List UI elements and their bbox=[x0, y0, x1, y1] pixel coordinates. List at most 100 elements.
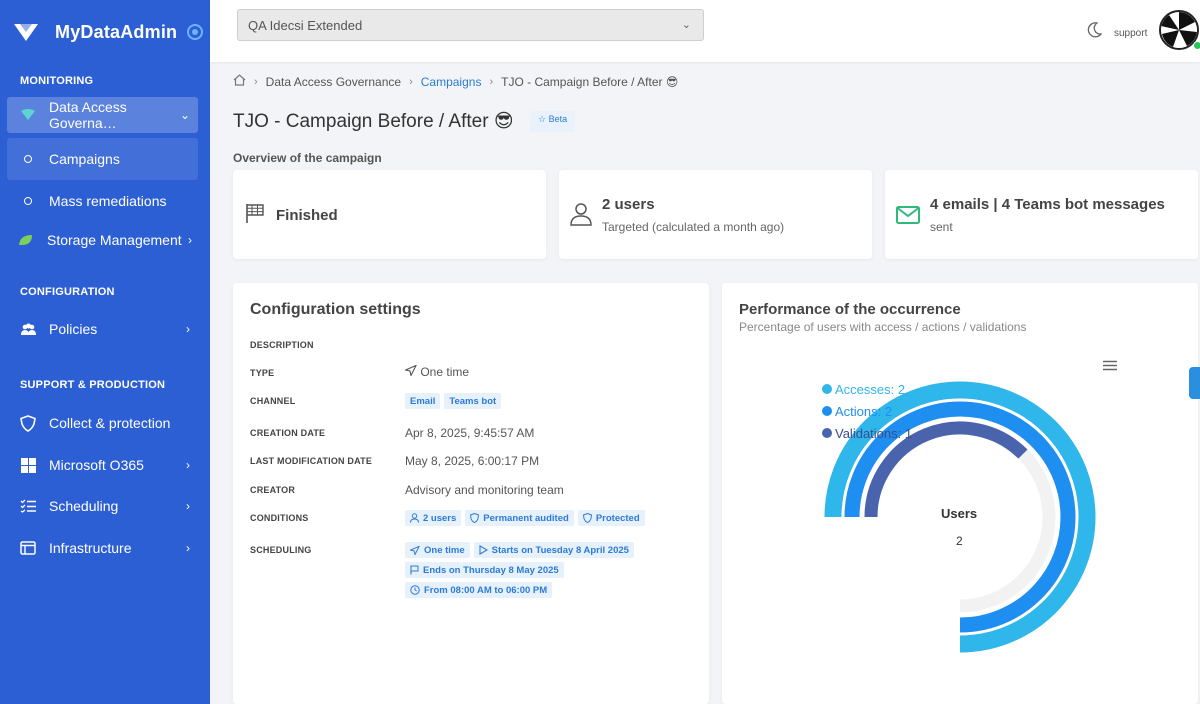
sidebar-item-label: Campaigns bbox=[49, 151, 120, 167]
beta-badge-label: Beta bbox=[548, 114, 568, 124]
email-icon bbox=[896, 206, 920, 229]
sidebar-item-scheduling[interactable]: Scheduling › bbox=[7, 488, 198, 524]
creation-date: Apr 8, 2025, 9:45:57 AM bbox=[405, 426, 535, 440]
sidebar-item-label: Data Access Governa… bbox=[48, 99, 127, 131]
type-text: One time bbox=[420, 365, 470, 379]
circle-bullet-icon bbox=[19, 197, 37, 205]
shield-icon bbox=[19, 414, 37, 432]
sidebar-item-label: Collect & protection bbox=[49, 415, 171, 431]
chip-label: Starts on Tuesday 8 April 2025 bbox=[491, 544, 629, 556]
chip-label: Permanent audited bbox=[483, 512, 569, 524]
status-value: Finished bbox=[276, 207, 338, 224]
tenant-select[interactable]: QA Idecsi Extended ⌄ bbox=[237, 9, 704, 41]
chevron-right-icon: › bbox=[186, 322, 190, 336]
sidebar-item-label: Microsoft O365 bbox=[49, 457, 144, 473]
status-card: Finished bbox=[233, 170, 546, 259]
dark-mode-toggle-icon[interactable] bbox=[1087, 22, 1103, 43]
chip-teams-bot: Teams bot bbox=[444, 393, 502, 409]
breadcrumb-item[interactable]: Data Access Governance bbox=[266, 75, 401, 89]
legend-label: Validations: 1 bbox=[835, 425, 913, 441]
chevron-down-icon: ⌄ bbox=[681, 19, 691, 31]
label-scheduling: SCHEDULING bbox=[250, 545, 312, 555]
breadcrumb-current: TJO - Campaign Before / After 😎 bbox=[501, 74, 679, 89]
side-panel-tab[interactable] bbox=[1189, 367, 1200, 399]
chart-center-value: 2 bbox=[956, 534, 963, 548]
legend-label: Accesses: 2 bbox=[835, 381, 906, 397]
chip-protected: Protected bbox=[577, 510, 645, 526]
play-icon bbox=[479, 545, 488, 555]
section-configuration: CONFIGURATION bbox=[20, 286, 115, 298]
label-type: TYPE bbox=[250, 368, 275, 378]
chevron-right-icon: › bbox=[489, 75, 494, 88]
flag-icon bbox=[244, 202, 266, 229]
sidebar-item-mass-remediations[interactable]: Mass remediations bbox=[7, 183, 198, 219]
configuration-card: Configuration settings DESCRIPTION TYPE … bbox=[233, 283, 709, 704]
legend-item-validations[interactable]: Validations: 1 bbox=[822, 422, 912, 444]
chip-permanent-audited: Permanent audited bbox=[465, 510, 574, 526]
breadcrumb: › Data Access Governance › Campaigns › T… bbox=[233, 74, 678, 89]
sidebar-item-campaigns[interactable]: Campaigns bbox=[7, 138, 198, 180]
creator-value: Advisory and monitoring team bbox=[405, 483, 564, 497]
chip-email: Email bbox=[405, 393, 441, 409]
leaf-icon bbox=[17, 233, 35, 247]
sidebar-item-infrastructure[interactable]: Infrastructure › bbox=[7, 530, 198, 566]
brand[interactable]: MyDataAdmin bbox=[0, 0, 210, 64]
config-title: Configuration settings bbox=[250, 301, 421, 318]
legend-swatch bbox=[822, 428, 832, 438]
chart-legend: Accesses: 2 Actions: 2 Validations: 1 bbox=[822, 378, 912, 444]
shield-icon bbox=[582, 513, 592, 523]
chip-label: From 08:00 AM to 06:00 PM bbox=[424, 584, 548, 596]
clock-icon bbox=[410, 585, 420, 595]
legend-item-accesses[interactable]: Accesses: 2 bbox=[822, 378, 912, 400]
browser-icon bbox=[19, 541, 37, 555]
channel-chips: Email Teams bot bbox=[405, 393, 505, 409]
condition-chips: 2 users Permanent audited Protected bbox=[405, 510, 649, 526]
sidebar-item-collect-protection[interactable]: Collect & protection bbox=[7, 405, 198, 441]
circle-bullet-icon bbox=[19, 155, 37, 163]
chip-label: 2 users bbox=[423, 512, 457, 524]
checklist-icon bbox=[19, 499, 37, 513]
sidebar-item-label: Infrastructure bbox=[49, 540, 132, 556]
chip-starts-on: Starts on Tuesday 8 April 2025 bbox=[473, 542, 634, 558]
governance-icon bbox=[19, 109, 37, 121]
label-creator: CREATOR bbox=[250, 485, 296, 495]
sidebar-item-data-access-governance[interactable]: Data Access Governa… ⌄ bbox=[7, 97, 198, 133]
modification-date: May 8, 2025, 6:00:17 PM bbox=[405, 454, 540, 468]
chart-center-label: Users bbox=[941, 506, 978, 521]
legend-label: Actions: 2 bbox=[835, 403, 893, 419]
sidebar-toggle-icon[interactable] bbox=[187, 24, 204, 40]
tenant-select-value: QA Idecsi Extended bbox=[248, 18, 363, 33]
chip-time-range: From 08:00 AM to 06:00 PM bbox=[405, 582, 553, 598]
sidebar-item-policies[interactable]: Policies › bbox=[7, 311, 198, 347]
messages-card: 4 emails | 4 Teams bot messages sent bbox=[885, 170, 1198, 259]
chevron-down-icon: ⌄ bbox=[179, 108, 190, 122]
user-name[interactable]: support bbox=[1114, 28, 1147, 39]
flag-icon bbox=[410, 565, 419, 575]
label-channel: CHANNEL bbox=[250, 396, 296, 406]
topbar: QA Idecsi Extended ⌄ support bbox=[210, 0, 1200, 62]
messages-subtitle: sent bbox=[930, 220, 953, 234]
performance-card: Performance of the occurrence Percentage… bbox=[722, 283, 1198, 704]
breadcrumb-item-campaigns[interactable]: Campaigns bbox=[421, 75, 482, 89]
users-card: 2 users Targeted (calculated a month ago… bbox=[559, 170, 872, 259]
users-subtitle: Targeted (calculated a month ago) bbox=[602, 220, 785, 234]
sidebar-item-microsoft-o365[interactable]: Microsoft O365 › bbox=[7, 447, 198, 483]
chip-users: 2 users bbox=[405, 510, 462, 526]
home-icon[interactable] bbox=[233, 74, 246, 89]
app-name: MyDataAdmin bbox=[55, 21, 178, 42]
send-icon bbox=[403, 364, 420, 379]
overview-label: Overview of the campaign bbox=[233, 151, 382, 165]
messages-count: 4 emails | 4 Teams bot messages bbox=[930, 196, 1165, 213]
scheduling-chips-row1: One time Starts on Tuesday 8 April 2025 bbox=[405, 542, 638, 558]
chevron-right-icon: › bbox=[254, 75, 258, 88]
chip-label: One time bbox=[424, 544, 465, 556]
chevron-right-icon: › bbox=[186, 541, 190, 555]
scheduling-chips-row2: Ends on Thursday 8 May 2025 bbox=[405, 562, 568, 578]
chip-ends-on: Ends on Thursday 8 May 2025 bbox=[405, 562, 564, 578]
sidebar-item-storage-management[interactable]: Storage Management › bbox=[7, 222, 198, 258]
chip-label: Ends on Thursday 8 May 2025 bbox=[423, 564, 559, 576]
chevron-right-icon: › bbox=[186, 458, 190, 472]
legend-item-actions[interactable]: Actions: 2 bbox=[822, 400, 912, 422]
sidebar-item-label: Mass remediations bbox=[49, 193, 167, 209]
sidebar: MyDataAdmin MONITORING Data Access Gover… bbox=[0, 0, 210, 704]
